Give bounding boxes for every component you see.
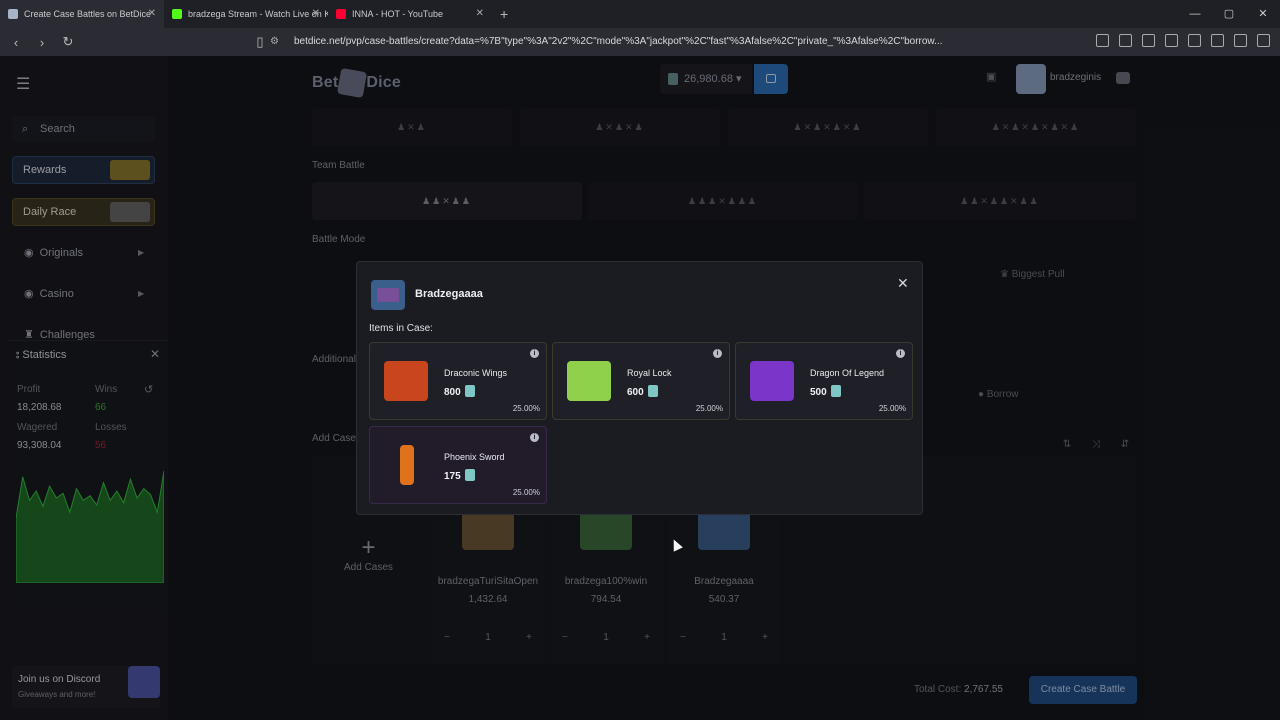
item-image [384,361,428,401]
reload-icon[interactable]: ↻ [58,34,78,50]
browser-tab[interactable]: INNA - HOT - YouTube ✕ [328,0,492,28]
case-contents-modal: Bradzegaaaa ✕ Items in Case: Draconic Wi… [356,261,923,515]
coin-icon [830,385,841,397]
item-value-text: 500 [810,387,827,398]
coin-icon [464,385,475,397]
item-name: Draconic Wings [444,368,508,378]
item-value: 175 [444,469,475,482]
browser-tab[interactable]: bradzega Stream - Watch Live on Kic ✕ [164,0,328,28]
item-chance: 25.00% [878,404,906,413]
item-chance: 25.00% [512,488,540,497]
tab-title: bradzega Stream - Watch Live on Kic [188,9,328,19]
site-root: ♟✕♟ ♟✕♟✕♟ ♟✕♟✕♟✕♟ ♟✕♟✕♟✕♟✕♟ Team Battle … [0,56,1280,720]
info-icon[interactable]: i [713,349,722,358]
item-name: Dragon Of Legend [810,368,885,378]
minimize-icon[interactable]: — [1178,0,1212,28]
item-value: 500 [810,385,841,398]
info-icon[interactable]: i [530,433,539,442]
vpn-icon[interactable] [1234,34,1247,47]
browser-navbar: ‹ › ↻ ▯ ⚙ betdice.net/pvp/case-battles/c… [0,28,1280,56]
close-window-icon[interactable]: ✕ [1246,0,1280,28]
media-icon[interactable] [1142,34,1155,47]
maximize-icon[interactable]: ▢ [1212,0,1246,28]
tab-close-icon[interactable]: ✕ [148,8,156,19]
case-item[interactable]: Phoenix Sword 175 25.00% i [369,426,547,504]
close-icon[interactable]: ✕ [897,275,909,292]
address-bar[interactable]: ⚙ betdice.net/pvp/case-battles/create?da… [270,31,990,53]
info-icon[interactable]: i [896,349,905,358]
url-text: betdice.net/pvp/case-battles/create?data… [294,36,943,47]
site-info-icon[interactable]: ⚙ [270,36,282,48]
info-icon[interactable]: i [530,349,539,358]
tab-close-icon[interactable]: ✕ [476,8,484,19]
back-icon[interactable]: ‹ [6,35,26,50]
tab-close-icon[interactable]: ✕ [312,8,320,19]
case-item[interactable]: Royal Lock 600 25.00% i [552,342,730,420]
case-icon [371,280,405,310]
extension-icons [1096,34,1270,47]
leo-icon[interactable] [1211,34,1224,47]
item-value-text: 175 [444,471,461,482]
item-value-text: 800 [444,387,461,398]
item-image [750,361,794,401]
tab-title: Create Case Battles on BetDice [24,9,152,19]
case-item[interactable]: Draconic Wings 800 25.00% i [369,342,547,420]
reader-icon[interactable] [1119,34,1132,47]
extensions-icon[interactable] [1096,34,1109,47]
coin-icon [464,469,475,481]
item-name: Royal Lock [627,368,672,378]
case-item[interactable]: Dragon Of Legend 500 25.00% i [735,342,913,420]
item-value-text: 600 [627,387,644,398]
tab-title: INNA - HOT - YouTube [352,9,444,19]
item-chance: 25.00% [512,404,540,413]
tab-favicon-icon [172,9,182,19]
item-chance: 25.00% [695,404,723,413]
new-tab-icon[interactable]: + [500,6,508,22]
tab-favicon-icon [336,9,346,19]
items-in-case-label: Items in Case: [369,323,433,334]
item-image [567,361,611,401]
item-value: 600 [627,385,658,398]
item-name: Phoenix Sword [444,452,505,462]
item-image [400,445,414,485]
wallet-icon[interactable] [1188,34,1201,47]
item-value: 800 [444,385,475,398]
tab-favicon-icon [8,9,18,19]
modal-title: Bradzegaaaa [415,288,483,300]
forward-icon[interactable]: › [32,35,52,50]
bookmark-icon[interactable]: ▯ [250,34,270,50]
coin-icon [647,385,658,397]
sidebar-icon[interactable] [1165,34,1178,47]
window-controls: — ▢ ✕ [1178,0,1280,28]
menu-icon[interactable] [1257,34,1270,47]
browser-tab[interactable]: Create Case Battles on BetDice ✕ [0,0,164,28]
browser-tabbar: Create Case Battles on BetDice ✕ bradzeg… [0,0,1280,28]
